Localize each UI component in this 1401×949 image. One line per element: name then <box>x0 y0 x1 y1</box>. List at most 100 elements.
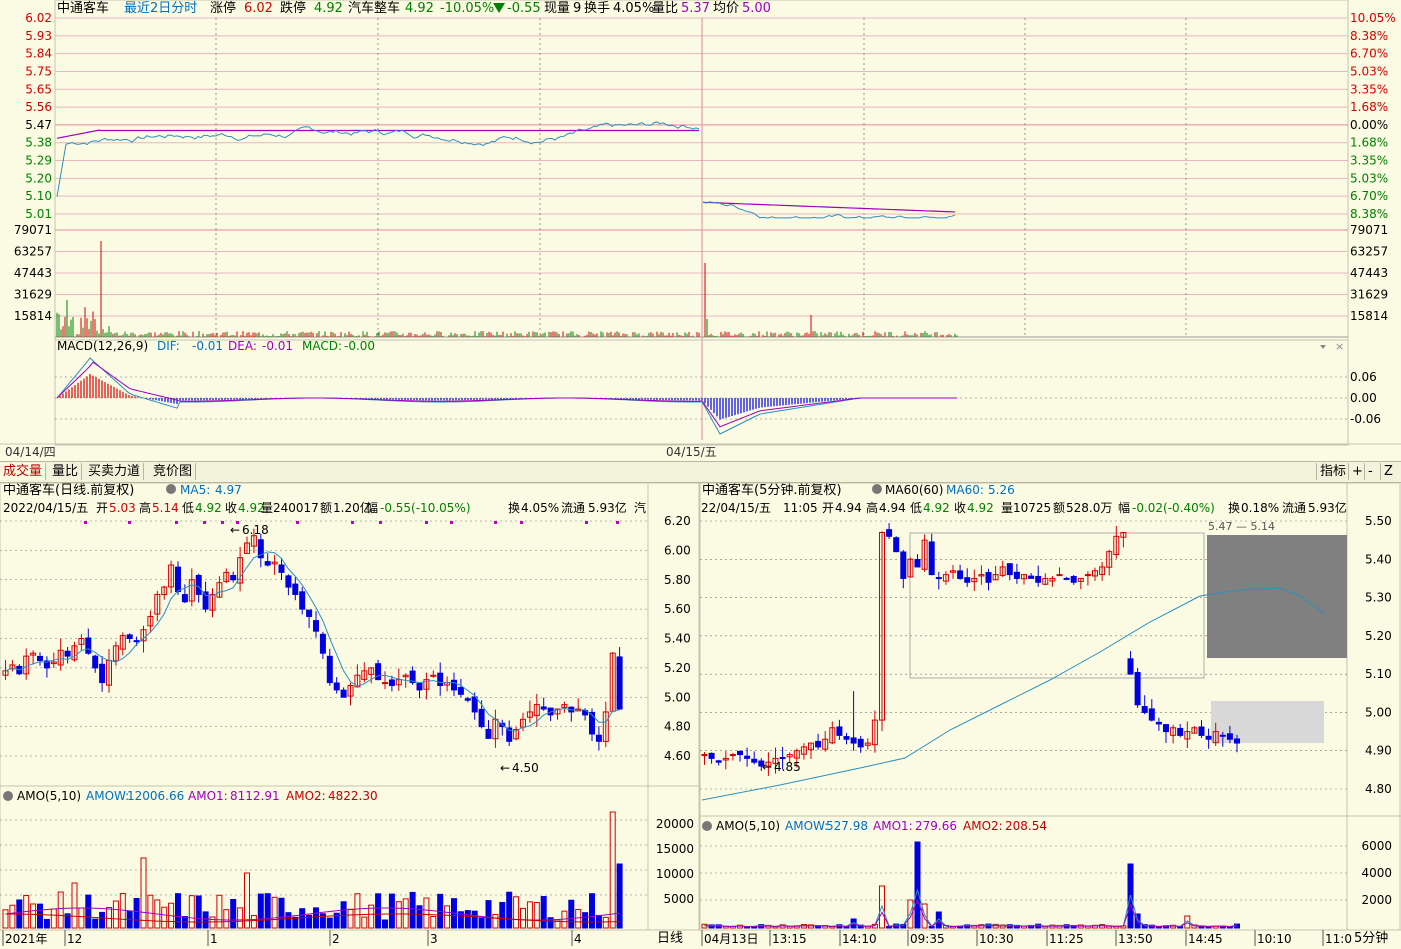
amo-bar <box>478 917 485 929</box>
amo-bar <box>375 893 382 929</box>
m5-low-mark: 4.85 <box>774 760 801 774</box>
turnover-value: 4.05% <box>613 1 654 16</box>
m5-candle-body <box>893 537 900 553</box>
vol-tick-right: 31629 <box>1350 288 1388 302</box>
time-axis-label: 11:25 <box>1049 932 1084 946</box>
close-icon[interactable]: × <box>1335 340 1344 353</box>
settings-icon[interactable] <box>166 484 176 494</box>
m5-amo-ma2-line <box>704 898 1238 928</box>
m5-amo2-label: AMO2: <box>963 819 1003 833</box>
event-marker <box>175 521 178 524</box>
amo-bar <box>37 903 43 929</box>
time-axis-label: 13:15 <box>772 932 807 946</box>
event-marker <box>128 521 131 524</box>
macd-tick: 0.06 <box>1350 370 1377 384</box>
amo-bar <box>513 896 520 929</box>
daily-candle-body <box>416 682 423 691</box>
daily-candle-body <box>126 634 133 639</box>
m5-candle-body <box>1070 575 1077 583</box>
daily-high-mark: 6.18 <box>242 523 269 537</box>
avg-price-value: 5.00 <box>742 1 771 16</box>
low-label: 低 <box>182 501 194 515</box>
amo-bar <box>140 857 147 929</box>
amo-bar <box>347 908 354 929</box>
vol-tick-right: 15814 <box>1350 309 1388 323</box>
m5-candle-body <box>1084 574 1091 577</box>
amo-tick: 15000 <box>656 842 694 856</box>
m5-title[interactable]: 中通客车(5分钟.前复权) <box>702 482 842 498</box>
m5-candle-body <box>744 755 751 759</box>
tab-buy-sell-force[interactable]: 买卖力道 <box>85 463 145 480</box>
amo-settings-icon[interactable] <box>3 791 13 801</box>
price-tick: 5.93 <box>25 29 52 43</box>
m5-amo-legend-name: AMO(5,10) <box>716 819 780 833</box>
zoom-out-button[interactable]: - <box>1364 463 1376 480</box>
tab-auction-chart[interactable]: 竞价图 <box>150 463 197 480</box>
daily-candle-body <box>299 591 306 610</box>
price-change: -0.55 <box>507 1 541 16</box>
m5-settings-icon[interactable] <box>872 484 882 494</box>
daily-title[interactable]: 中通客车(日线.前复权) <box>3 482 134 498</box>
amo-bar <box>30 903 37 929</box>
daily-price-tick: 5.40 <box>664 632 691 646</box>
m5-time-axis: 04月13日 13:15 14:10 09:35 10:30 11:25 13:50 14:4… <box>701 930 1352 946</box>
amo2-label: AMO2: <box>286 789 326 803</box>
pct-tick: 1.68% <box>1350 100 1388 114</box>
daily-candle-body <box>616 656 623 710</box>
macd-dif-line <box>56 357 957 435</box>
period-5min[interactable]: 5分钟 <box>1354 930 1388 946</box>
daily-candle-body <box>326 655 333 684</box>
time-axis-label: 14:45 <box>1188 932 1223 946</box>
m5-candle-body <box>1013 571 1020 579</box>
amo-bar <box>430 915 437 929</box>
tab-volume-ratio[interactable]: 量比 <box>49 463 83 480</box>
daily-candle-body <box>589 711 595 735</box>
amo-bar <box>444 905 451 929</box>
macd-dea-value: -0.01 <box>262 339 293 353</box>
last-price: 4.92 <box>405 1 434 16</box>
m5-range-label: 幅 <box>1118 500 1130 515</box>
m5-high-value: 4.94 <box>879 501 906 515</box>
amo-bar <box>409 891 416 929</box>
price-tick: 5.38 <box>25 136 52 150</box>
time-axis-label: 10:10 <box>1257 932 1292 946</box>
daily-candle-body <box>133 640 140 643</box>
m5-candle-body <box>1198 726 1205 736</box>
event-marker <box>450 521 453 524</box>
intraday-mode[interactable]: 最近2日分时 <box>124 1 197 16</box>
amo-bar <box>133 898 140 929</box>
chevron-down-icon[interactable] <box>1320 345 1326 349</box>
limit-down-value: 4.92 <box>314 1 343 16</box>
pct-tick: 1.68% <box>1350 136 1388 150</box>
event-marker <box>351 521 354 524</box>
m5-candle-body <box>1035 575 1042 583</box>
m5-candle-body <box>857 738 864 748</box>
amo2-value: 4822.30 <box>328 789 378 803</box>
m5-candle-body <box>1163 724 1169 733</box>
price-tick: 5.20 <box>25 171 52 185</box>
amo-bar <box>423 897 430 929</box>
m5-amow-label: AMOW: <box>785 819 828 833</box>
amo-bar <box>237 907 244 929</box>
pct-tick: 5.03% <box>1350 171 1388 185</box>
m5-turn-label: 换 <box>1228 501 1240 515</box>
indicator-button[interactable]: 指标 <box>1316 463 1349 480</box>
amo-bar <box>361 916 368 929</box>
daily-candle-body <box>319 633 326 654</box>
tab-volume[interactable]: 成交量 <box>0 463 47 480</box>
vol-tick-right: 47443 <box>1350 266 1388 280</box>
m5-ma-value: 5.26 <box>988 483 1015 497</box>
high-mark-arrow: ← <box>230 523 240 537</box>
macd-dif-value: -0.01 <box>192 339 223 353</box>
amo-tick: 10000 <box>656 867 694 881</box>
reset-zoom-button[interactable]: Z <box>1380 463 1396 480</box>
period-daily[interactable]: 日线 <box>657 931 683 946</box>
daily-candle-body <box>230 574 237 581</box>
m5-price-tick: 5.00 <box>1365 705 1392 719</box>
daily-price-tick: 5.20 <box>664 661 691 675</box>
daily-candle-body <box>485 728 492 739</box>
amo-bar <box>582 912 589 929</box>
m5-amo-settings-icon[interactable] <box>702 821 712 831</box>
date-axis-label: 4 <box>574 932 582 946</box>
amo-bar <box>506 891 513 929</box>
